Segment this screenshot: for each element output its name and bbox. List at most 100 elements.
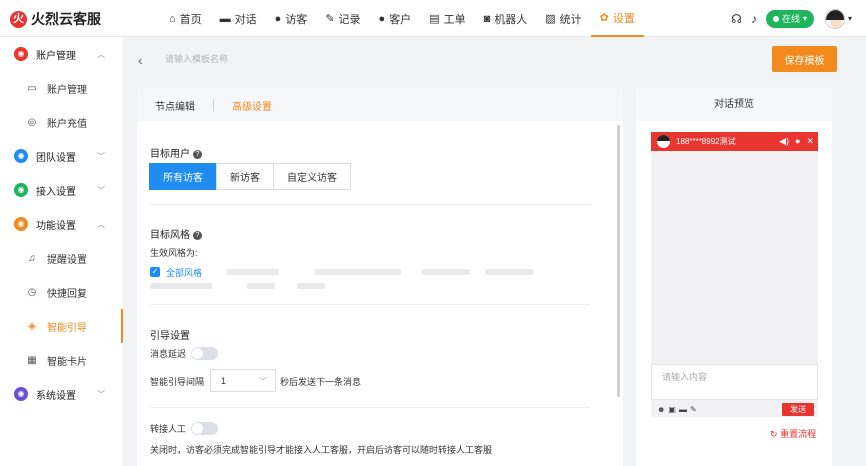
sidebar-group-label: 团队设置	[36, 152, 76, 164]
sidebar-item-reminder[interactable]: ♫ 提醒设置	[0, 241, 123, 275]
refresh-icon: ↻	[770, 429, 778, 439]
scrollbar[interactable]	[617, 125, 620, 397]
online-status-dropdown[interactable]: 在线 ▾	[765, 9, 814, 28]
speaker-icon[interactable]: ◀)	[779, 136, 789, 147]
transfer-human-toggle[interactable]	[191, 422, 218, 435]
visitor-avatar	[657, 135, 670, 148]
sidebar-group-account[interactable]: ◉ 账户管理 ︿	[0, 37, 123, 71]
nav-label: 机器人	[494, 13, 528, 26]
target-users-selector: 所有访客 新访客 自定义访客	[149, 163, 351, 190]
reset-flow-button[interactable]: ↻ 重置流程	[770, 427, 816, 440]
nav-label: 首页	[179, 13, 202, 26]
save-template-button[interactable]: 保存模板	[772, 46, 837, 72]
chat-window-preview: 188****8992测试 ◀) ● ✕ ☻ ▣ ▬ ✎ 发送	[651, 132, 818, 417]
sidebar-item-account-recharge[interactable]: ◎ 账户充值	[0, 105, 123, 139]
chat-message-input[interactable]	[651, 364, 818, 400]
robot-icon: ◙	[483, 12, 491, 25]
bell-icon[interactable]: ♪	[751, 12, 757, 26]
nav-customer[interactable]: ● 客户	[370, 0, 421, 37]
editor-panel: 节点编辑 高级设置 目标用户? 所有访客 新访客 自定义访客 目标风格? 生效风…	[137, 89, 623, 466]
image-icon[interactable]: ▣	[668, 405, 676, 414]
help-icon[interactable]: ?	[193, 231, 202, 240]
sidebar-item-label: 快捷回复	[47, 288, 87, 300]
top-bar: 火 火烈云客服 ⌂ 首页 ▬ 对话 ● 访客 ✎ 记录 ● 客户 ▤ 工单 ◙ 机器人 ▨ 统计…	[0, 0, 866, 37]
stats-icon: ▨	[545, 13, 556, 25]
nav-label: 访客	[285, 13, 308, 26]
target-style-heading: 目标风格?	[150, 226, 202, 241]
nav-chat[interactable]: ▬ 对话	[211, 0, 266, 37]
team-icon: ◉	[14, 149, 28, 163]
redacted-text	[485, 269, 533, 275]
template-name-input[interactable]	[154, 48, 339, 70]
reset-flow-label: 重置流程	[780, 429, 817, 439]
sidebar-item-label: 智能引导	[47, 322, 87, 334]
sidebar-group-system[interactable]: ◉ 系统设置 ﹀	[0, 377, 123, 411]
sidebar-item-label: 提醒设置	[47, 254, 87, 266]
records-icon: ✎	[325, 13, 335, 25]
settings-icon: ✿	[599, 12, 609, 24]
chevron-up-icon: ︿	[97, 219, 105, 229]
redacted-text	[297, 283, 325, 289]
section-title: 目标用户	[150, 149, 190, 160]
transfer-human-description: 关闭时，访客必须完成智能引导才能接入人工客服，开启后访客可以随时转接人工客服	[150, 445, 493, 455]
nav-records[interactable]: ✎ 记录	[316, 0, 369, 37]
recharge-icon: ◎	[27, 116, 37, 128]
nav-visitors[interactable]: ● 访客	[266, 0, 317, 37]
nav-ticket[interactable]: ▤ 工单	[420, 0, 474, 37]
guide-icon: ◈	[28, 320, 36, 332]
chevron-down-icon: ﹀	[97, 151, 105, 161]
option-custom-visitors[interactable]: 自定义访客	[273, 163, 351, 190]
home-icon: ⌂	[169, 12, 176, 25]
user-menu-chevron-icon[interactable]: ▾	[848, 14, 852, 23]
tab-advanced-settings[interactable]: 高级设置	[232, 98, 272, 113]
nav-label: 客户	[389, 13, 412, 26]
sidebar-item-quick-reply[interactable]: ◷ 快捷回复	[0, 275, 123, 309]
chevron-down-icon: ﹀	[259, 377, 267, 386]
user-avatar[interactable]	[824, 8, 845, 29]
send-button[interactable]: 发送	[782, 403, 814, 416]
sidebar-group-access[interactable]: ◉ 接入设置 ﹀	[0, 173, 123, 207]
info-icon[interactable]: ●	[795, 136, 800, 147]
chat-toolbar: ☻ ▣ ▬ ✎ 发送	[651, 401, 818, 417]
feature-icon: ◉	[14, 217, 28, 231]
folder-icon[interactable]: ▬	[679, 405, 687, 414]
help-icon[interactable]: ?	[193, 150, 202, 159]
nav-label: 对话	[234, 13, 257, 26]
nav-robot[interactable]: ◙ 机器人	[475, 0, 537, 37]
guide-interval-select[interactable]: 1 ﹀	[210, 369, 276, 392]
brand-name: 火烈云客服	[31, 11, 101, 27]
sidebar-group-label: 系统设置	[36, 390, 76, 402]
all-styles-checkbox[interactable]: ✓	[150, 267, 160, 277]
nav-settings[interactable]: ✿ 设置	[590, 0, 644, 37]
edit-icon[interactable]: ✎	[690, 405, 697, 414]
redacted-text	[315, 269, 401, 275]
sidebar-item-smart-guide[interactable]: ◈ 智能引导	[0, 309, 123, 343]
emoji-icon[interactable]: ☻	[657, 405, 665, 414]
user-tools: ☊ ♪ 在线 ▾ ▾	[731, 0, 852, 37]
sidebar-item-account-manage[interactable]: ▭ 账户管理	[0, 71, 123, 105]
brand-logo[interactable]: 火 火烈云客服	[10, 9, 101, 29]
visitors-icon: ●	[274, 12, 282, 25]
guide-interval-value: 1	[221, 375, 227, 386]
chevron-down-icon: ▾	[802, 14, 807, 23]
ticket-icon: ▤	[429, 13, 440, 25]
status-label: 在线	[781, 14, 800, 24]
option-all-visitors[interactable]: 所有访客	[149, 163, 217, 190]
message-delay-toggle[interactable]	[191, 347, 218, 360]
sidebar-item-label: 账户管理	[47, 84, 87, 96]
tab-node-edit[interactable]: 节点编辑	[155, 98, 195, 113]
close-icon[interactable]: ✕	[806, 136, 814, 147]
back-chevron-icon[interactable]: ‹	[138, 52, 143, 68]
nav-stats[interactable]: ▨ 统计	[536, 0, 590, 37]
chevron-up-icon: ︿	[97, 49, 105, 59]
editor-tabs: 节点编辑 高级设置	[137, 89, 623, 121]
headset-icon[interactable]: ☊	[731, 12, 742, 26]
main-nav: ⌂ 首页 ▬ 对话 ● 访客 ✎ 记录 ● 客户 ▤ 工单 ◙ 机器人 ▨ 统计 ✿ 设置	[160, 0, 644, 37]
nav-home[interactable]: ⌂ 首页	[160, 0, 211, 37]
flame-logo-icon: 火	[10, 10, 27, 28]
chat-icon: ▬	[219, 12, 231, 25]
sidebar-group-team[interactable]: ◉ 团队设置 ﹀	[0, 139, 123, 173]
option-new-visitors[interactable]: 新访客	[216, 163, 274, 190]
sidebar-group-feature[interactable]: ◉ 功能设置 ︿	[0, 207, 123, 241]
sidebar-item-smart-card[interactable]: ▦ 智能卡片	[0, 343, 123, 377]
